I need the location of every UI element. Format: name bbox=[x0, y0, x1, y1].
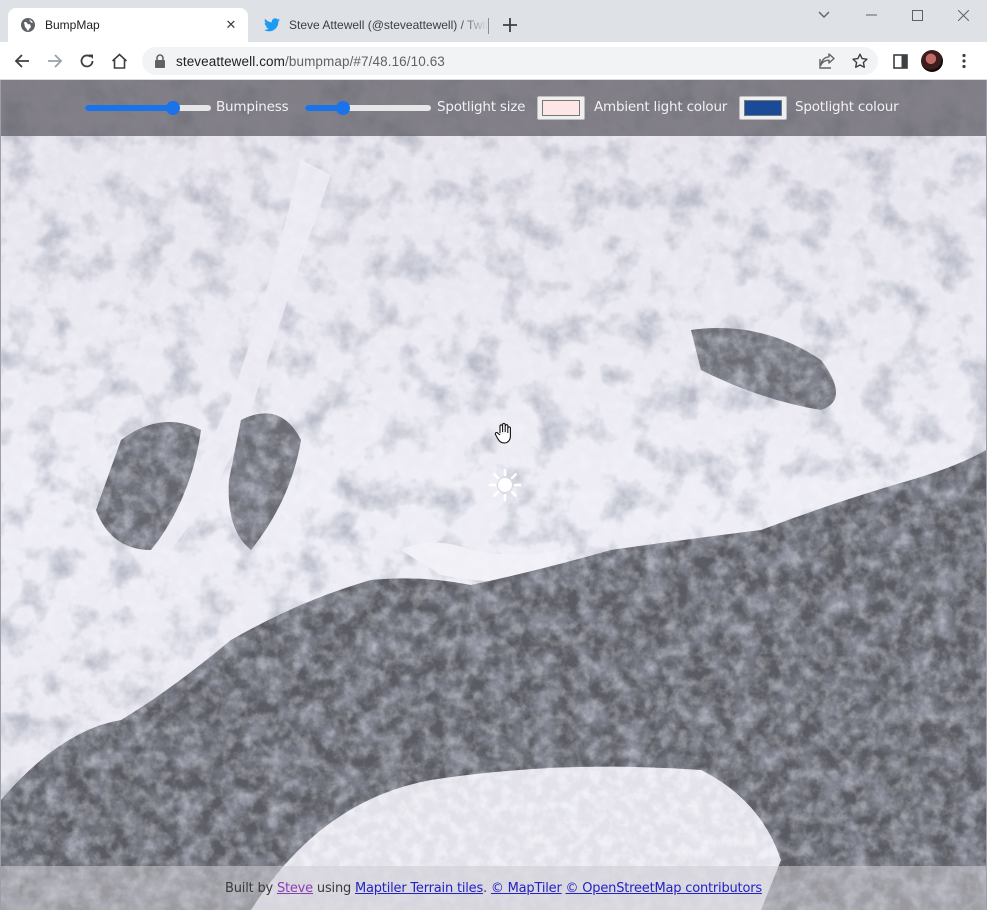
footer-sep: . bbox=[483, 880, 491, 896]
slider-fill bbox=[85, 105, 173, 111]
avatar[interactable] bbox=[921, 50, 943, 72]
footer-prefix: Built by bbox=[225, 880, 277, 896]
spotlight-colour-picker[interactable] bbox=[739, 96, 787, 120]
author-link[interactable]: Steve bbox=[277, 881, 313, 896]
ambient-colour-label: Ambient light colour bbox=[594, 99, 728, 115]
slider-thumb[interactable] bbox=[336, 101, 351, 115]
tab-title: BumpMap bbox=[45, 18, 100, 32]
forward-arrow-icon[interactable] bbox=[43, 49, 67, 73]
tab-bumpmap[interactable]: BumpMap ✕ bbox=[8, 8, 248, 42]
maptiler-copyright-link[interactable]: © MapTiler bbox=[491, 881, 562, 896]
bumpiness-label: Bumpiness bbox=[216, 99, 289, 115]
tab-search-chevron-icon[interactable] bbox=[801, 4, 847, 26]
bumpiness-slider[interactable] bbox=[85, 101, 211, 115]
spotlight-size-label: Spotlight size bbox=[437, 99, 526, 115]
close-icon[interactable]: ✕ bbox=[222, 16, 240, 34]
footer-using: using bbox=[312, 880, 355, 896]
url-host: steveattewell.com bbox=[176, 53, 285, 69]
spotlight-size-slider[interactable] bbox=[305, 101, 431, 115]
lock-icon[interactable] bbox=[154, 54, 166, 68]
globe-icon bbox=[20, 17, 36, 33]
reload-icon[interactable] bbox=[75, 49, 99, 73]
url-path: /bumpmap/#7/48.16/10.63 bbox=[285, 53, 445, 69]
new-tab-plus-icon[interactable] bbox=[499, 14, 521, 36]
attribution-footer: Built by Steve using Maptiler Terrain ti… bbox=[1, 866, 986, 910]
browser-toolbar: steveattewell.com/bumpmap/#7/48.16/10.63 bbox=[0, 42, 987, 80]
osm-copyright-link[interactable]: © OpenStreetMap contributors bbox=[566, 881, 763, 896]
back-arrow-icon[interactable] bbox=[10, 49, 34, 73]
maptiler-terrain-link[interactable]: Maptiler Terrain tiles bbox=[355, 881, 483, 896]
hand-cursor-icon bbox=[494, 423, 511, 444]
controls-bar: Bumpiness Spotlight size Ambient light c… bbox=[1, 80, 986, 136]
spotlight-colour-swatch bbox=[744, 100, 782, 116]
bumpmap-page: Bumpiness Spotlight size Ambient light c… bbox=[0, 80, 987, 910]
address-bar[interactable]: steveattewell.com/bumpmap/#7/48.16/10.63 bbox=[142, 47, 878, 75]
ambient-colour-swatch bbox=[542, 100, 580, 116]
twitter-bird-icon bbox=[264, 17, 280, 33]
url-text: steveattewell.com/bumpmap/#7/48.16/10.63 bbox=[176, 54, 445, 69]
window-close-icon[interactable] bbox=[940, 4, 986, 26]
tab-separator bbox=[488, 18, 489, 34]
home-icon[interactable] bbox=[107, 49, 131, 73]
side-panel-icon[interactable] bbox=[888, 49, 912, 73]
spotlight-colour-label: Spotlight colour bbox=[795, 99, 899, 115]
bookmark-star-icon[interactable] bbox=[851, 52, 869, 70]
tab-title: Steve Attewell (@steveattewell) / Twitte… bbox=[289, 18, 488, 32]
minimize-icon[interactable] bbox=[848, 4, 894, 26]
ambient-colour-picker[interactable] bbox=[537, 96, 585, 120]
spotlight-sun-icon[interactable] bbox=[488, 468, 522, 502]
tab-strip: BumpMap ✕ Steve Attewell (@steveattewell… bbox=[0, 0, 987, 42]
tab-twitter[interactable]: Steve Attewell (@steveattewell) / Twitte… bbox=[252, 8, 488, 42]
slider-thumb[interactable] bbox=[165, 101, 180, 115]
kebab-menu-icon[interactable] bbox=[952, 49, 976, 73]
share-icon[interactable] bbox=[818, 52, 836, 70]
maximize-icon[interactable] bbox=[894, 4, 940, 26]
